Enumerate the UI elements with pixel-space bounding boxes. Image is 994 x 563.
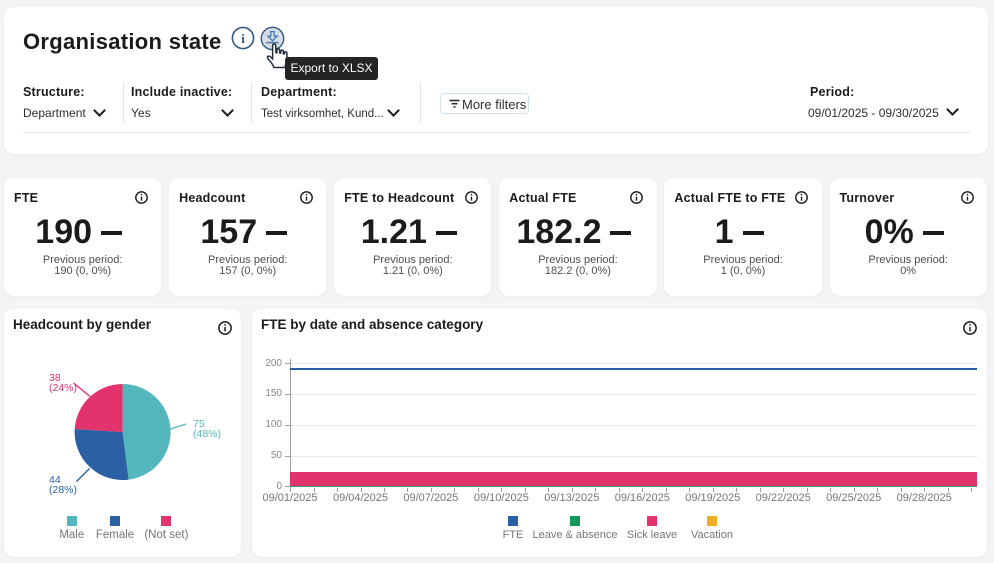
svg-text:i: i (241, 31, 245, 46)
